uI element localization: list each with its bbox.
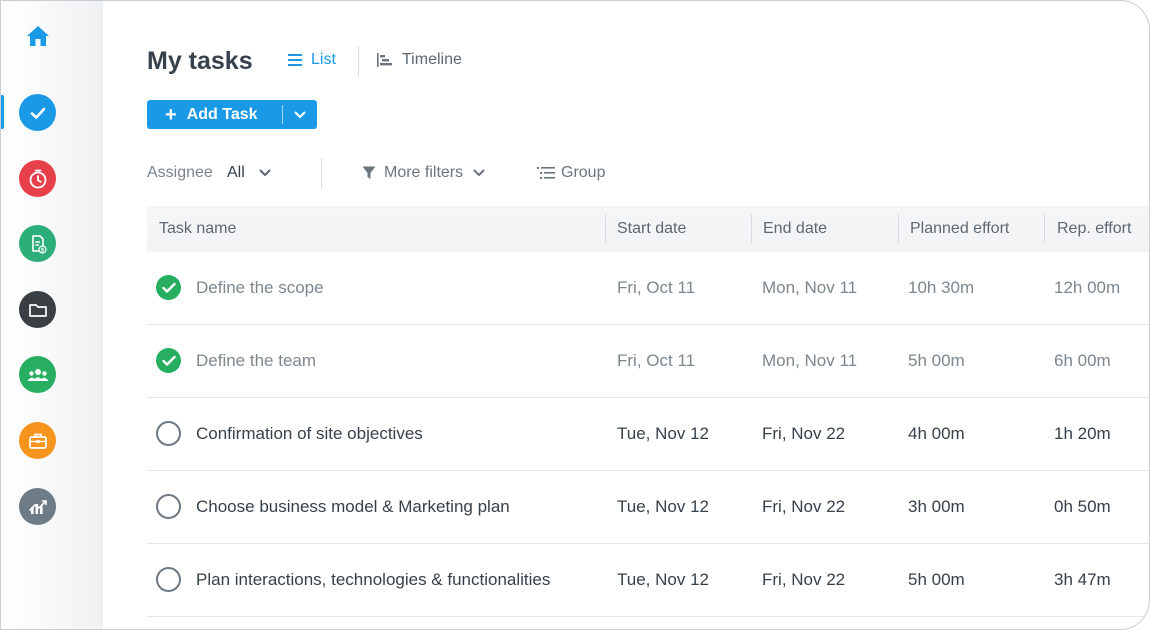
task-name[interactable]: Plan interactions, technologies & functi… — [196, 544, 550, 616]
home-icon[interactable] — [26, 25, 50, 47]
start-date: Tue, Nov 12 — [617, 497, 709, 516]
main-content: My tasks List Timeline + Add Task Assign… — [147, 1, 1149, 629]
task-name[interactable]: Confirmation of site objectives — [196, 398, 423, 470]
group-list-icon — [537, 167, 555, 179]
table-row[interactable]: Define the team Fri, Oct 11 Mon, Nov 11 … — [147, 325, 1149, 398]
reported-effort: 3h 47m — [1054, 570, 1111, 589]
sidebar-item-tasks[interactable] — [19, 94, 56, 131]
page-title: My tasks — [147, 47, 253, 75]
sidebar-item-clients[interactable] — [19, 422, 56, 459]
sidebar-item-team[interactable] — [19, 356, 56, 393]
planned-effort: 10h 30m — [908, 278, 975, 297]
add-task-button[interactable]: + Add Task — [147, 100, 317, 129]
sidebar-item-projects[interactable] — [19, 291, 56, 328]
end-date: Mon, Nov 11 — [762, 351, 858, 370]
column-header-end-date[interactable]: End date — [763, 206, 827, 252]
column-separator — [605, 214, 606, 243]
filter-divider — [321, 158, 322, 188]
start-date: Fri, Oct 11 — [617, 278, 696, 297]
reported-effort: 0h 50m — [1054, 497, 1111, 516]
chevron-down-icon — [259, 169, 271, 176]
tab-divider — [358, 46, 359, 76]
more-filters-label: More filters — [384, 164, 464, 181]
planned-effort: 5h 00m — [908, 570, 965, 589]
planned-effort: 4h 00m — [908, 424, 965, 443]
more-filters-button[interactable]: More filters — [362, 164, 485, 182]
list-icon — [288, 54, 302, 66]
add-task-label: Add Task — [186, 105, 258, 123]
task-complete-checkbox[interactable] — [156, 421, 181, 446]
column-header-planned-effort[interactable]: Planned effort — [910, 206, 1009, 252]
reported-effort: 1h 20m — [1054, 424, 1111, 443]
table-row[interactable]: Choose business model & Marketing plan T… — [147, 471, 1149, 544]
plus-icon: + — [165, 103, 177, 126]
reported-effort: 12h 00m — [1054, 278, 1121, 297]
timer-icon — [29, 169, 46, 188]
folder-icon — [28, 303, 47, 317]
reports-chart-icon — [28, 499, 47, 514]
table-row[interactable]: Define the scope Fri, Oct 11 Mon, Nov 11… — [147, 252, 1149, 325]
table-row[interactable]: Confirmation of site objectives Tue, Nov… — [147, 398, 1149, 471]
end-date: Fri, Nov 22 — [762, 424, 846, 443]
chevron-down-icon — [294, 111, 306, 118]
table-row[interactable]: Plan interactions, technologies & functi… — [147, 544, 1149, 617]
add-task-dropdown[interactable] — [288, 104, 312, 125]
group-button[interactable]: Group — [537, 164, 605, 182]
end-date: Mon, Nov 11 — [762, 278, 858, 297]
task-name[interactable]: Define the scope — [196, 252, 324, 324]
assignee-value: All — [227, 164, 245, 181]
app-window: $ My tasks List Timeline + Add Task Assi… — [0, 0, 1150, 630]
tab-list-label: List — [311, 51, 336, 68]
reported-effort: 6h 00m — [1054, 351, 1111, 370]
task-complete-checkbox[interactable] — [156, 494, 181, 519]
column-separator — [898, 214, 899, 243]
assignee-label: Assignee — [147, 164, 213, 181]
timeline-icon — [377, 53, 392, 67]
column-separator — [1044, 214, 1045, 243]
planned-effort: 5h 00m — [908, 351, 965, 370]
svg-text:$: $ — [40, 247, 44, 253]
column-header-start-date[interactable]: Start date — [617, 206, 686, 252]
task-complete-checkbox[interactable] — [156, 348, 181, 373]
button-split-divider — [282, 105, 283, 124]
chevron-down-icon — [473, 169, 485, 176]
column-header-reported-effort[interactable]: Rep. effort — [1057, 206, 1131, 252]
table-header: Task name Start date End date Planned ef… — [147, 206, 1149, 252]
tab-timeline-label: Timeline — [402, 51, 462, 68]
invoice-icon: $ — [31, 234, 47, 254]
sidebar-item-reports[interactable] — [19, 488, 56, 525]
team-icon — [27, 368, 48, 381]
sidebar: $ — [1, 1, 103, 629]
start-date: Tue, Nov 12 — [617, 424, 709, 443]
task-name[interactable]: Choose business model & Marketing plan — [196, 471, 510, 543]
tab-list[interactable]: List — [288, 51, 336, 69]
task-complete-checkbox[interactable] — [156, 567, 181, 592]
funnel-icon — [362, 166, 376, 179]
assignee-dropdown[interactable]: All — [227, 164, 271, 182]
active-indicator — [1, 95, 4, 129]
planned-effort: 3h 00m — [908, 497, 965, 516]
tab-timeline[interactable]: Timeline — [377, 51, 462, 69]
sidebar-item-time[interactable] — [19, 160, 56, 197]
end-date: Fri, Nov 22 — [762, 497, 846, 516]
briefcase-icon — [28, 433, 47, 449]
task-complete-checkbox[interactable] — [156, 275, 181, 300]
column-header-task-name[interactable]: Task name — [159, 206, 236, 252]
column-separator — [751, 214, 752, 243]
group-label: Group — [561, 164, 606, 181]
start-date: Tue, Nov 12 — [617, 570, 709, 589]
check-icon — [161, 355, 176, 366]
check-icon — [161, 282, 176, 293]
task-name[interactable]: Define the team — [196, 325, 316, 397]
end-date: Fri, Nov 22 — [762, 570, 846, 589]
tasks-check-icon — [30, 107, 45, 119]
tasks-table: Task name Start date End date Planned ef… — [147, 206, 1149, 617]
sidebar-item-invoices[interactable]: $ — [19, 225, 56, 262]
start-date: Fri, Oct 11 — [617, 351, 696, 370]
